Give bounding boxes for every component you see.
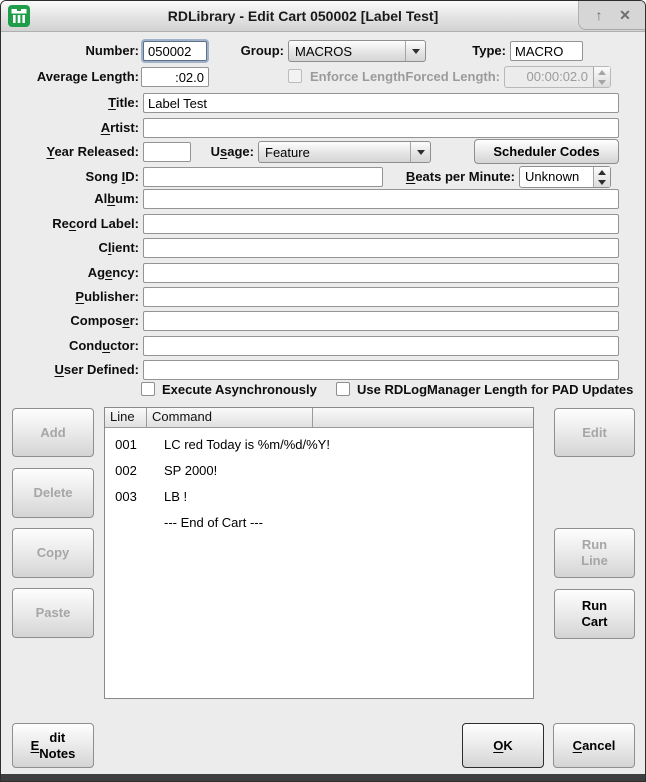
average-length-field[interactable] <box>141 67 209 87</box>
group-select-value: MACROS <box>289 44 405 59</box>
command-text: LC red Today is %m/%d/%Y! <box>147 432 330 458</box>
beats-per-minute-value: Unknown <box>520 167 593 187</box>
spin-down-icon <box>594 77 610 87</box>
rdlogmanager-pad-checkbox[interactable] <box>336 382 350 396</box>
composer-field[interactable] <box>143 311 619 331</box>
title-field[interactable] <box>143 93 619 113</box>
beats-per-minute-spinner[interactable]: Unknown <box>519 166 611 188</box>
table-row[interactable]: 001 LC red Today is %m/%d/%Y! <box>105 432 533 458</box>
record-label-label: Record Label: <box>1 214 139 234</box>
rdlogmanager-pad-label: Use RDLogManager Length for PAD Updates <box>357 382 633 397</box>
edit-cart-window: RDLibrary - Edit Cart 050002 [Label Test… <box>0 0 646 782</box>
chevron-down-icon <box>410 142 430 162</box>
publisher-label: Publisher: <box>1 287 139 307</box>
record-label-field[interactable] <box>143 214 619 234</box>
title-label: Title: <box>1 93 139 113</box>
album-field[interactable] <box>143 189 619 209</box>
delete-button: Delete <box>12 468 94 518</box>
user-defined-label: User Defined: <box>1 360 139 380</box>
client-field[interactable] <box>143 238 619 258</box>
composer-label: Composer: <box>1 311 139 331</box>
table-row-end-of-cart[interactable]: --- End of Cart --- <box>105 510 533 536</box>
usage-select[interactable]: Feature <box>258 141 431 163</box>
song-id-label: Song ID: <box>1 167 139 187</box>
spin-down-icon[interactable] <box>594 177 610 187</box>
client-label: Client: <box>1 238 139 258</box>
execute-asynchronously-checkbox[interactable] <box>141 382 155 396</box>
rivendell-app-icon <box>8 5 30 27</box>
window-title: RDLibrary - Edit Cart 050002 [Label Test… <box>41 1 565 31</box>
usage-label: Usage: <box>151 142 254 162</box>
table-body: 001 LC red Today is %m/%d/%Y! 002 SP 200… <box>105 428 533 536</box>
artist-label: Artist: <box>1 118 139 138</box>
forced-length-value: 00:00:02.0 <box>505 67 593 87</box>
song-id-field[interactable] <box>143 167 383 187</box>
beats-per-minute-label: Beats per Minute: <box>371 167 515 187</box>
group-label: Group: <box>201 41 284 61</box>
forced-length-label: Forced Length: <box>351 67 500 87</box>
number-label: Number: <box>1 41 139 61</box>
enforce-length-checkbox <box>288 69 302 83</box>
line-number: 002 <box>105 458 147 484</box>
agency-label: Agency: <box>1 263 139 283</box>
table-header: Line Command <box>105 408 533 428</box>
average-length-label: Average Length: <box>1 67 139 87</box>
conductor-field[interactable] <box>143 336 619 356</box>
shade-button[interactable]: ↑ <box>587 5 611 26</box>
cancel-button[interactable]: Cancel <box>553 723 635 768</box>
publisher-field[interactable] <box>143 287 619 307</box>
type-field[interactable] <box>510 41 583 61</box>
command-text: --- End of Cart --- <box>147 510 263 536</box>
execute-asynchronously-label: Execute Asynchronously <box>162 382 317 397</box>
column-header-blank <box>313 408 533 427</box>
number-field[interactable] <box>143 41 207 61</box>
forced-length-spin-buttons <box>593 67 610 87</box>
album-label: Album: <box>1 189 139 209</box>
run-line-button: RunLine <box>554 528 635 578</box>
add-button: Add <box>12 408 94 457</box>
year-released-label: Year Released: <box>1 142 139 162</box>
titlebar[interactable]: RDLibrary - Edit Cart 050002 [Label Test… <box>1 1 645 32</box>
line-number: 001 <box>105 432 147 458</box>
run-cart-button[interactable]: RunCart <box>554 589 635 639</box>
scheduler-codes-button[interactable]: Scheduler Codes <box>474 139 619 164</box>
command-text: SP 2000! <box>147 458 217 484</box>
user-defined-field[interactable] <box>143 360 619 380</box>
spin-up-icon <box>594 67 610 77</box>
close-button[interactable]: ✕ <box>613 5 637 26</box>
ok-button[interactable]: OK <box>462 723 544 768</box>
paste-button: Paste <box>12 588 94 638</box>
chevron-down-icon <box>405 41 425 61</box>
forced-length-spinner: 00:00:02.0 <box>504 66 611 88</box>
edit-notes-button[interactable]: EditNotes <box>12 723 94 768</box>
table-row[interactable]: 003 LB ! <box>105 484 533 510</box>
agency-field[interactable] <box>143 263 619 283</box>
spin-up-icon[interactable] <box>594 167 610 177</box>
usage-select-value: Feature <box>259 145 410 160</box>
table-row[interactable]: 002 SP 2000! <box>105 458 533 484</box>
bpm-spin-buttons <box>593 167 610 187</box>
type-label: Type: <box>441 41 506 61</box>
macro-table[interactable]: Line Command 001 LC red Today is %m/%d/%… <box>104 407 534 699</box>
copy-button: Copy <box>12 528 94 578</box>
artist-field[interactable] <box>143 118 619 138</box>
line-number <box>105 510 147 536</box>
column-header-line[interactable]: Line <box>105 408 147 427</box>
window-bottom-edge <box>1 774 645 781</box>
conductor-label: Conductor: <box>1 336 139 356</box>
column-header-command[interactable]: Command <box>147 408 313 427</box>
group-select[interactable]: MACROS <box>288 40 426 62</box>
command-text: LB ! <box>147 484 187 510</box>
line-number: 003 <box>105 484 147 510</box>
edit-button: Edit <box>554 408 635 457</box>
